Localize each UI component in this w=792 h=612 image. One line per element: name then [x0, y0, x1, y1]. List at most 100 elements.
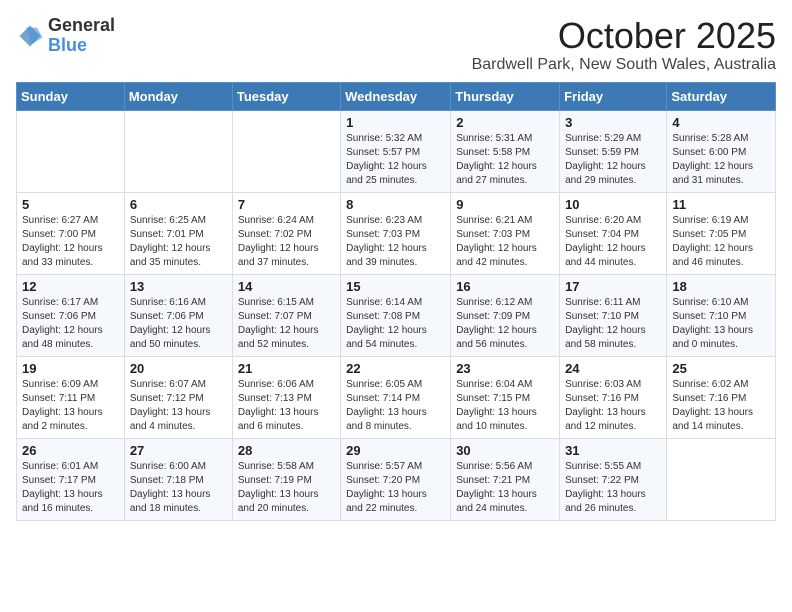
calendar-week-0: 1 Sunrise: 5:32 AM Sunset: 5:57 PM Daylig… [17, 110, 776, 192]
calendar-cell: 7 Sunrise: 6:24 AM Sunset: 7:02 PM Daylig… [232, 192, 340, 274]
day-number: 17 [565, 279, 661, 294]
calendar-cell: 27 Sunrise: 6:00 AM Sunset: 7:18 PM Dayli… [124, 438, 232, 520]
calendar-cell [667, 438, 776, 520]
calendar-cell: 8 Sunrise: 6:23 AM Sunset: 7:03 PM Daylig… [341, 192, 451, 274]
day-number: 24 [565, 361, 661, 376]
logo-icon [16, 22, 44, 50]
calendar-cell: 19 Sunrise: 6:09 AM Sunset: 7:11 PM Dayli… [17, 356, 125, 438]
day-number: 6 [130, 197, 227, 212]
cell-info: Sunrise: 6:10 AM Sunset: 7:10 PM Dayligh… [672, 296, 770, 352]
cell-info: Sunrise: 6:21 AM Sunset: 7:03 PM Dayligh… [456, 214, 554, 270]
cell-info: Sunrise: 6:09 AM Sunset: 7:11 PM Dayligh… [22, 378, 119, 434]
calendar-cell: 14 Sunrise: 6:15 AM Sunset: 7:07 PM Dayli… [232, 274, 340, 356]
calendar-cell: 3Sunrise: 5:29 AM Sunset: 5:59 PM Daylig… [560, 110, 667, 192]
header: General Blue October 2025 Bardwell Park,… [16, 16, 776, 74]
day-number: 2 [456, 115, 554, 130]
cell-info: Sunrise: 5:55 AM Sunset: 7:22 PM Dayligh… [565, 460, 661, 516]
day-number: 27 [130, 443, 227, 458]
calendar-cell: 17 Sunrise: 6:11 AM Sunset: 7:10 PM Dayli… [560, 274, 667, 356]
calendar-cell: 23 Sunrise: 6:04 AM Sunset: 7:15 PM Dayli… [451, 356, 560, 438]
cell-info: Sunrise: 6:01 AM Sunset: 7:17 PM Dayligh… [22, 460, 119, 516]
cell-info: Sunrise: 5:28 AM Sunset: 6:00 PM Dayligh… [672, 132, 770, 188]
calendar-week-3: 19 Sunrise: 6:09 AM Sunset: 7:11 PM Dayli… [17, 356, 776, 438]
cell-info: Sunrise: 6:11 AM Sunset: 7:10 PM Dayligh… [565, 296, 661, 352]
day-number: 19 [22, 361, 119, 376]
calendar-cell: 20Sunrise: 6:07 AM Sunset: 7:12 PM Dayli… [124, 356, 232, 438]
calendar-cell: 28Sunrise: 5:58 AM Sunset: 7:19 PM Dayli… [232, 438, 340, 520]
header-day-monday: Monday [124, 82, 232, 110]
day-number: 23 [456, 361, 554, 376]
calendar-cell: 26 Sunrise: 6:01 AM Sunset: 7:17 PM Dayli… [17, 438, 125, 520]
day-number: 4 [672, 115, 770, 130]
calendar-week-1: 5 Sunrise: 6:27 AM Sunset: 7:00 PM Daylig… [17, 192, 776, 274]
day-number: 9 [456, 197, 554, 212]
calendar-cell: 2 Sunrise: 5:31 AM Sunset: 5:58 PM Daylig… [451, 110, 560, 192]
day-number: 10 [565, 197, 661, 212]
cell-info: Sunrise: 6:27 AM Sunset: 7:00 PM Dayligh… [22, 214, 119, 270]
calendar-cell [124, 110, 232, 192]
day-number: 12 [22, 279, 119, 294]
calendar-cell: 1 Sunrise: 5:32 AM Sunset: 5:57 PM Daylig… [341, 110, 451, 192]
cell-info: Sunrise: 5:56 AM Sunset: 7:21 PM Dayligh… [456, 460, 554, 516]
cell-info: Sunrise: 6:17 AM Sunset: 7:06 PM Dayligh… [22, 296, 119, 352]
day-number: 20 [130, 361, 227, 376]
day-number: 11 [672, 197, 770, 212]
day-number: 29 [346, 443, 445, 458]
calendar-week-2: 12 Sunrise: 6:17 AM Sunset: 7:06 PM Dayli… [17, 274, 776, 356]
cell-info: Sunrise: 6:12 AM Sunset: 7:09 PM Dayligh… [456, 296, 554, 352]
cell-info: Sunrise: 6:24 AM Sunset: 7:02 PM Dayligh… [238, 214, 335, 270]
cell-info: Sunrise: 6:15 AM Sunset: 7:07 PM Dayligh… [238, 296, 335, 352]
logo-blue-text: Blue [48, 36, 115, 56]
day-number: 30 [456, 443, 554, 458]
calendar-cell: 25 Sunrise: 6:02 AM Sunset: 7:16 PM Dayli… [667, 356, 776, 438]
day-number: 13 [130, 279, 227, 294]
calendar-cell: 31Sunrise: 5:55 AM Sunset: 7:22 PM Dayli… [560, 438, 667, 520]
header-day-sunday: Sunday [17, 82, 125, 110]
day-number: 22 [346, 361, 445, 376]
cell-info: Sunrise: 6:25 AM Sunset: 7:01 PM Dayligh… [130, 214, 227, 270]
calendar-cell: 16 Sunrise: 6:12 AM Sunset: 7:09 PM Dayli… [451, 274, 560, 356]
day-number: 15 [346, 279, 445, 294]
cell-info: Sunrise: 5:32 AM Sunset: 5:57 PM Dayligh… [346, 132, 445, 188]
logo-general-text: General [48, 16, 115, 36]
calendar-cell: 21 Sunrise: 6:06 AM Sunset: 7:13 PM Dayli… [232, 356, 340, 438]
day-number: 25 [672, 361, 770, 376]
day-number: 5 [22, 197, 119, 212]
cell-info: Sunrise: 6:06 AM Sunset: 7:13 PM Dayligh… [238, 378, 335, 434]
cell-info: Sunrise: 6:03 AM Sunset: 7:16 PM Dayligh… [565, 378, 661, 434]
cell-info: Sunrise: 6:19 AM Sunset: 7:05 PM Dayligh… [672, 214, 770, 270]
day-number: 18 [672, 279, 770, 294]
calendar-table: SundayMondayTuesdayWednesdayThursdayFrid… [16, 82, 776, 521]
logo: General Blue [16, 16, 115, 56]
cell-info: Sunrise: 6:00 AM Sunset: 7:18 PM Dayligh… [130, 460, 227, 516]
day-number: 8 [346, 197, 445, 212]
day-number: 14 [238, 279, 335, 294]
calendar-cell: 5 Sunrise: 6:27 AM Sunset: 7:00 PM Daylig… [17, 192, 125, 274]
calendar-cell: 18 Sunrise: 6:10 AM Sunset: 7:10 PM Dayli… [667, 274, 776, 356]
calendar-cell: 24 Sunrise: 6:03 AM Sunset: 7:16 PM Dayli… [560, 356, 667, 438]
day-number: 1 [346, 115, 445, 130]
day-number: 28 [238, 443, 335, 458]
cell-info: Sunrise: 6:23 AM Sunset: 7:03 PM Dayligh… [346, 214, 445, 270]
header-day-tuesday: Tuesday [232, 82, 340, 110]
day-number: 21 [238, 361, 335, 376]
day-number: 16 [456, 279, 554, 294]
cell-info: Sunrise: 5:29 AM Sunset: 5:59 PM Dayligh… [565, 132, 661, 188]
day-number: 7 [238, 197, 335, 212]
day-number: 26 [22, 443, 119, 458]
calendar-cell: 6 Sunrise: 6:25 AM Sunset: 7:01 PM Daylig… [124, 192, 232, 274]
calendar-cell: 10Sunrise: 6:20 AM Sunset: 7:04 PM Dayli… [560, 192, 667, 274]
header-day-thursday: Thursday [451, 82, 560, 110]
calendar-cell: 11 Sunrise: 6:19 AM Sunset: 7:05 PM Dayli… [667, 192, 776, 274]
header-day-friday: Friday [560, 82, 667, 110]
calendar-cell: 4 Sunrise: 5:28 AM Sunset: 6:00 PM Daylig… [667, 110, 776, 192]
title-section: October 2025 Bardwell Park, New South Wa… [472, 16, 776, 74]
calendar-week-4: 26 Sunrise: 6:01 AM Sunset: 7:17 PM Dayli… [17, 438, 776, 520]
month-title: October 2025 [472, 16, 776, 56]
calendar-cell: 30 Sunrise: 5:56 AM Sunset: 7:21 PM Dayli… [451, 438, 560, 520]
cell-info: Sunrise: 6:02 AM Sunset: 7:16 PM Dayligh… [672, 378, 770, 434]
cell-info: Sunrise: 5:31 AM Sunset: 5:58 PM Dayligh… [456, 132, 554, 188]
calendar-cell [232, 110, 340, 192]
cell-info: Sunrise: 6:04 AM Sunset: 7:15 PM Dayligh… [456, 378, 554, 434]
calendar-cell: 13Sunrise: 6:16 AM Sunset: 7:06 PM Dayli… [124, 274, 232, 356]
